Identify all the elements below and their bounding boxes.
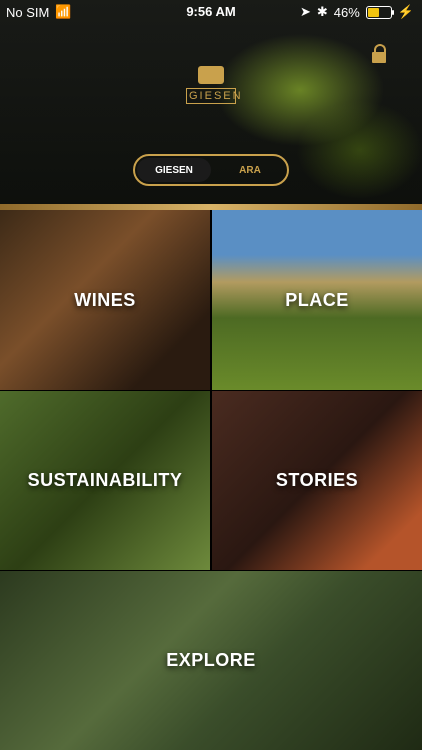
battery-fill [367,7,379,17]
tile-sustainability-label: SUSTAINABILITY [27,470,183,490]
battery-percent: 46% [333,4,360,20]
tile-explore[interactable]: EXPLORE [0,571,422,750]
tile-stories[interactable]: STORIES [212,391,422,570]
hero-header: GIESEN GIESEN ARA [0,0,422,206]
brand-toggle[interactable]: GIESEN ARA [133,154,289,186]
tile-sustainability[interactable]: SUSTAINABILITY [0,391,210,570]
menu-grid: WINES PLACE SUSTAINABILITY STORIES EXPLO… [0,210,422,750]
brand-crest [198,66,224,84]
lock-icon[interactable] [372,44,386,64]
location-arrow-icon: ➤ [299,4,311,19]
brand-logo: GIESEN [186,66,241,110]
toggle-option-ara[interactable]: ARA [213,156,287,184]
battery-icon [365,5,394,19]
tile-wines-label: WINES [74,289,136,310]
tile-place[interactable]: PLACE [212,210,422,390]
bluetooth-icon: ✱ [316,4,328,19]
brand-name: GIESEN [186,88,241,104]
status-right: ➤ ✱ 46% ⚡ [300,4,414,20]
toggle-option-giesen[interactable]: GIESEN [137,158,211,182]
tile-wines[interactable]: WINES [0,210,210,390]
tile-stories-label: STORIES [275,470,359,490]
tile-explore-label: EXPLORE [166,650,256,670]
tile-place-label: PLACE [285,289,349,310]
charging-bolt-icon: ⚡ [397,4,414,19]
status-bar: No SIM 📶 9:56 AM ➤ ✱ 46% ⚡ [0,0,422,24]
